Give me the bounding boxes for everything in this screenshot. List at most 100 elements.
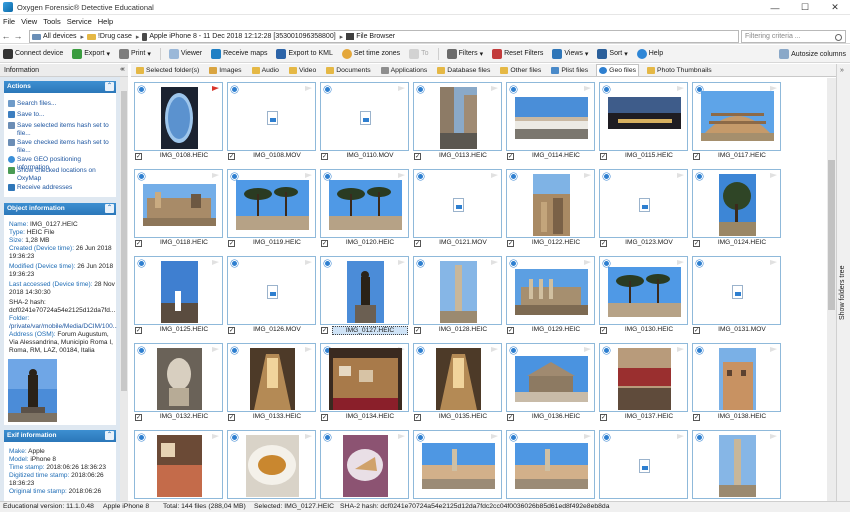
search-files-action[interactable]: Search files... — [8, 100, 56, 108]
thumbnail-frame[interactable] — [134, 343, 223, 412]
file-checkbox[interactable]: ✓ — [507, 240, 514, 247]
thumbnail-frame[interactable] — [227, 343, 316, 412]
collapse-left-icon[interactable]: « — [120, 66, 124, 73]
file-checkbox[interactable]: ✓ — [135, 153, 142, 160]
thumbnail-frame[interactable] — [413, 343, 502, 412]
file-checkbox[interactable]: ✓ — [321, 327, 328, 334]
forward-arrow-icon[interactable]: → — [12, 31, 24, 41]
autosize-columns-button[interactable]: Autosize columns — [779, 49, 846, 59]
thumbnail-frame[interactable] — [134, 82, 223, 151]
file-thumbnail[interactable] — [506, 430, 595, 501]
tab-photo-thumbnails[interactable]: Photo Thumbnails — [645, 64, 714, 76]
file-checkbox[interactable]: ✓ — [600, 240, 607, 247]
thumbnail-frame[interactable] — [692, 256, 781, 325]
file-thumbnail[interactable]: ✓ IMG_0131.MOV — [692, 256, 781, 340]
file-thumbnail[interactable]: ✓ IMG_0118.HEIC — [134, 169, 223, 253]
file-checkbox[interactable]: ✓ — [414, 153, 421, 160]
save-checked-hash-action[interactable]: Save checked items hash set to file... — [8, 139, 112, 155]
thumbnail-frame[interactable] — [692, 82, 781, 151]
export-button[interactable]: Export ▾ — [72, 48, 110, 59]
set-time-zones-button[interactable]: Set time zones — [341, 48, 400, 59]
file-thumbnail[interactable]: ✓ IMG_0125.HEIC — [134, 256, 223, 340]
file-checkbox[interactable]: ✓ — [228, 414, 235, 421]
save-to-action[interactable]: Save to... — [8, 111, 44, 119]
thumbnail-frame[interactable] — [320, 430, 409, 499]
file-checkbox[interactable]: ✓ — [414, 327, 421, 334]
file-thumbnail[interactable]: ✓ IMG_0122.HEIC — [506, 169, 595, 253]
file-thumbnail[interactable]: ✓ IMG_0134.HEIC — [320, 343, 409, 427]
maximize-button[interactable]: ☐ — [790, 0, 820, 15]
grid-scrollbar-thumb[interactable] — [828, 160, 835, 310]
breadcrumb-device[interactable]: Apple iPhone 8 - 11 Dec 2018 12:12:28 [3… — [142, 32, 336, 41]
file-thumbnail[interactable]: ✓ IMG_0114.HEIC — [506, 82, 595, 166]
thumbnail-frame[interactable] — [692, 343, 781, 412]
menu-help[interactable]: Help — [98, 17, 113, 26]
file-checkbox[interactable]: ✓ — [507, 153, 514, 160]
breadcrumb-case[interactable]: !Drug case — [86, 33, 132, 40]
file-checkbox[interactable]: ✓ — [693, 240, 700, 247]
breadcrumb-file-browser[interactable]: File Browser — [346, 33, 395, 40]
collapse-section-icon[interactable]: ⌃ — [105, 431, 114, 440]
thumbnail-frame[interactable] — [599, 430, 688, 499]
actions-section-header[interactable]: Actions ⌃ — [4, 81, 116, 93]
file-thumbnail[interactable]: ✓ IMG_0138.HEIC — [692, 343, 781, 427]
tab-video[interactable]: Video — [287, 64, 318, 76]
tab-applications[interactable]: Applications — [379, 64, 430, 76]
file-thumbnail[interactable]: ✓ IMG_0120.HEIC — [320, 169, 409, 253]
file-thumbnail[interactable]: ✓ IMG_0121.MOV — [413, 169, 502, 253]
object-info-section-header[interactable]: Object information ⌃ — [4, 203, 116, 215]
file-thumbnail[interactable] — [227, 430, 316, 501]
file-thumbnail[interactable]: ✓ IMG_0113.HEIC — [413, 82, 502, 166]
file-checkbox[interactable]: ✓ — [321, 240, 328, 247]
file-thumbnail[interactable] — [599, 430, 688, 501]
minimize-button[interactable]: — — [760, 0, 790, 15]
to-button[interactable]: To — [409, 48, 429, 59]
file-thumbnail[interactable]: ✓ IMG_0130.HEIC — [599, 256, 688, 340]
grid-scrollbar[interactable] — [827, 78, 836, 501]
thumbnail-frame[interactable] — [599, 169, 688, 238]
thumbnail-frame[interactable] — [599, 82, 688, 151]
file-thumbnail[interactable] — [692, 430, 781, 501]
thumbnail-frame[interactable] — [506, 82, 595, 151]
filter-input[interactable]: Filtering criteria ... — [741, 30, 846, 43]
breadcrumb-all-devices[interactable]: All devices — [32, 33, 76, 40]
collapse-section-icon[interactable]: ⌃ — [105, 204, 114, 213]
file-thumbnail[interactable]: ✓ IMG_0129.HEIC — [506, 256, 595, 340]
file-checkbox[interactable]: ✓ — [228, 240, 235, 247]
views-button[interactable]: Views ▾ — [552, 48, 588, 59]
file-thumbnail[interactable]: ✓ IMG_0128.HEIC — [413, 256, 502, 340]
tab-documents[interactable]: Documents — [324, 64, 372, 76]
thumbnail-frame[interactable] — [506, 343, 595, 412]
file-checkbox[interactable]: ✓ — [135, 327, 142, 334]
thumbnail-frame[interactable] — [320, 169, 409, 238]
collapse-section-icon[interactable]: ⌃ — [105, 82, 114, 91]
file-thumbnail[interactable]: ✓ IMG_0127.HEIC — [320, 256, 409, 340]
file-checkbox[interactable]: ✓ — [693, 414, 700, 421]
file-thumbnail[interactable]: ✓ IMG_0119.HEIC — [227, 169, 316, 253]
file-thumbnail[interactable]: ✓ IMG_0132.HEIC — [134, 343, 223, 427]
file-checkbox[interactable]: ✓ — [693, 153, 700, 160]
file-thumbnail[interactable]: ✓ IMG_0124.HEIC — [692, 169, 781, 253]
thumbnail-frame[interactable] — [599, 343, 688, 412]
file-checkbox[interactable]: ✓ — [507, 327, 514, 334]
filters-button[interactable]: Filters ▾ — [446, 48, 483, 59]
file-thumbnail[interactable]: ✓ IMG_0123.MOV — [599, 169, 688, 253]
help-button[interactable]: Help — [636, 48, 663, 59]
thumbnail-frame[interactable] — [227, 82, 316, 151]
file-checkbox[interactable]: ✓ — [414, 240, 421, 247]
show-oxymap-action[interactable]: Show checked locations on OxyMap — [8, 167, 112, 183]
file-thumbnail[interactable]: ✓ IMG_0117.HEIC — [692, 82, 781, 166]
thumbnail-frame[interactable] — [134, 430, 223, 499]
tab-images[interactable]: Images — [207, 64, 243, 76]
tab-audio[interactable]: Audio — [250, 64, 281, 76]
thumbnail-frame[interactable] — [320, 343, 409, 412]
menu-tools[interactable]: Tools — [43, 17, 61, 26]
thumbnail-frame[interactable] — [227, 169, 316, 238]
file-checkbox[interactable]: ✓ — [135, 240, 142, 247]
menu-file[interactable]: File — [3, 17, 15, 26]
tab-selected-folders[interactable]: Selected folder(s) — [134, 64, 201, 76]
file-checkbox[interactable]: ✓ — [135, 414, 142, 421]
sort-button[interactable]: Sort ▾ — [597, 48, 628, 59]
file-thumbnail[interactable]: ✓ IMG_0115.HEIC — [599, 82, 688, 166]
file-thumbnail[interactable]: ✓ IMG_0108.MOV — [227, 82, 316, 166]
